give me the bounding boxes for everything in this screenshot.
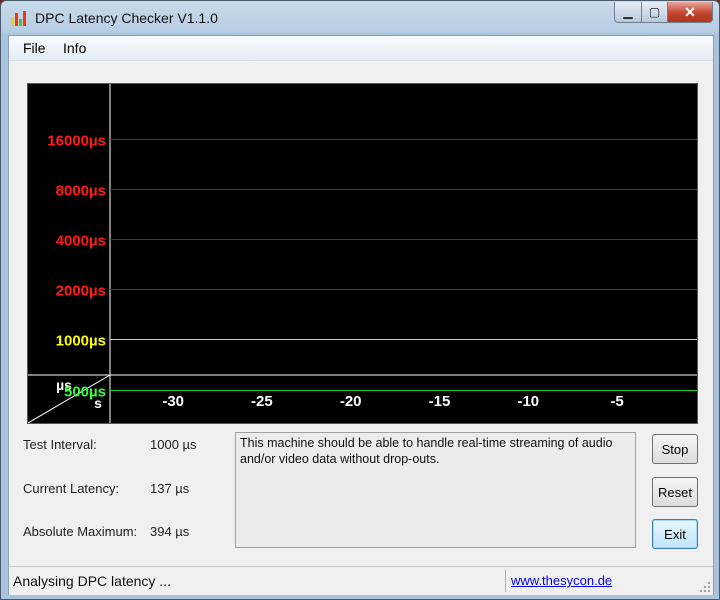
result-message: This machine should be able to handle re… [235,432,636,548]
maximize-button[interactable]: ▢ [642,2,668,23]
test-interval-label: Test Interval: [23,437,97,452]
current-latency-label: Current Latency: [23,481,120,496]
x-tick-label: -10 [517,393,539,410]
stop-button[interactable]: Stop [652,434,698,464]
x-tick-label: -15 [429,393,451,410]
x-tick-label: -20 [340,393,362,410]
absolute-maximum-value: 394 µs [150,524,190,539]
menu-info[interactable]: Info [63,40,86,56]
absolute-maximum-label: Absolute Maximum: [23,524,138,539]
test-interval-value: 1000 µs [150,437,197,452]
y-tick-label-500: 500µs [64,384,106,401]
reset-button[interactable]: Reset [652,477,698,507]
status-bar: Analysing DPC latency ... www.thesycon.d… [9,566,713,595]
current-latency-value: 137 µs [150,481,190,496]
title-bar[interactable]: DPC Latency Checker V1.1.0 ▁ ▢ ✕ [1,1,719,35]
y-tick-label-8000: 8000µs [56,183,106,200]
maximize-icon: ▢ [648,5,661,19]
x-tick-label: -25 [251,393,273,410]
exit-button[interactable]: Exit [652,519,698,549]
client-area: File Info µs s 16000µs 8000µs 4000µs 2000µs 10… [8,35,714,595]
latency-chart-svg: µss16000µs8000µs4000µs2000µs1000µs500µs-… [28,84,697,423]
menu-bar: File Info [9,36,713,61]
y-tick-label-2000: 2000µs [56,283,106,300]
close-button[interactable]: ✕ [668,2,713,23]
status-text: Analysing DPC latency ... [13,573,171,589]
y-tick-label-1000: 1000µs [56,333,106,350]
minimize-icon: ▁ [623,5,633,19]
app-icon [11,11,26,26]
y-tick-label-16000: 16000µs [47,133,106,150]
status-separator [505,570,506,592]
minimize-button[interactable]: ▁ [614,2,642,23]
website-link[interactable]: www.thesycon.de [511,573,612,588]
y-tick-label-4000: 4000µs [56,233,106,250]
latency-graph: µs s 16000µs 8000µs 4000µs 2000µs 1000µs 500µs -… [27,83,698,424]
app-window: DPC Latency Checker V1.1.0 ▁ ▢ ✕ File In… [0,0,720,600]
resize-grip-icon[interactable] [697,579,711,593]
x-tick-label: -30 [162,393,184,410]
close-icon: ✕ [684,3,696,20]
menu-file[interactable]: File [23,40,46,56]
x-tick-label: -5 [610,393,623,410]
window-title: DPC Latency Checker V1.1.0 [35,10,218,26]
